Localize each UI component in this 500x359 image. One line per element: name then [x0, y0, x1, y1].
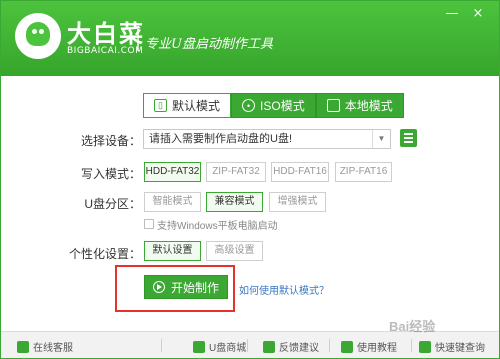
help-link[interactable]: 如何使用默认模式？ [239, 282, 329, 297]
write-mode-zip-fat16[interactable]: ZIP-FAT16 [335, 162, 392, 182]
disc-icon: • [242, 99, 256, 112]
close-button[interactable]: × [467, 5, 489, 23]
footer: 在线客服 U盘商城 反馈建议 使用教程 快速键查询 [1, 331, 499, 358]
watermark: Bai经验 [389, 319, 436, 334]
keyboard-icon [419, 340, 431, 353]
chat-icon [17, 340, 29, 353]
cabbage-logo-icon [15, 13, 61, 59]
app-window: 大白菜 BIGBAICAI.COM 专业U盘启动制作工具 — × ▯ 默认模式 … [0, 0, 500, 359]
personalize-advanced[interactable]: 高级设置 [206, 241, 263, 261]
brand-name: 大白菜 [67, 20, 145, 48]
write-mode-hdd-fat16[interactable]: HDD-FAT16 [271, 162, 329, 182]
footer-label: 使用教程 [357, 343, 397, 354]
partition-label: U盘分区： [84, 197, 141, 211]
device-select[interactable]: 请插入需要制作启动盘的U盘! ▼ [143, 129, 391, 149]
tablet-checkbox[interactable] [144, 219, 154, 229]
usb-icon: ▯ [154, 99, 167, 112]
write-mode-hdd-fat32[interactable]: HDD-FAT32 [144, 162, 201, 182]
footer-feedback[interactable]: 反馈建议 [263, 339, 319, 354]
feedback-icon [263, 340, 275, 353]
footer-online-service[interactable]: 在线客服 [17, 339, 73, 354]
footer-shortcut-lookup[interactable]: 快速键查询 [419, 339, 485, 354]
tab-label: ISO模式 [260, 99, 305, 113]
chevron-down-icon[interactable]: ▼ [372, 130, 390, 148]
partition-compatible[interactable]: 兼容模式 [206, 192, 263, 212]
footer-usb-store[interactable]: U盘商城 [193, 339, 246, 354]
shop-icon [193, 340, 205, 353]
partition-enhanced[interactable]: 增强模式 [269, 192, 326, 212]
tablet-checkbox-label: 支持Windows平板电脑启动 [157, 221, 278, 232]
tab-default-mode[interactable]: ▯ 默认模式 [143, 93, 232, 118]
device-value: 请插入需要制作启动盘的U盘! [149, 133, 292, 145]
personalize-label: 个性化设置： [68, 247, 141, 261]
device-label: 选择设备： [80, 134, 141, 148]
play-icon [152, 281, 165, 293]
tab-iso-mode[interactable]: • ISO模式 [231, 93, 316, 118]
footer-label: 快速键查询 [435, 343, 485, 354]
header: 大白菜 BIGBAICAI.COM 专业U盘启动制作工具 — × [1, 1, 499, 76]
footer-label: 在线客服 [33, 343, 73, 354]
monitor-icon [326, 99, 340, 112]
footer-tutorial[interactable]: 使用教程 [341, 339, 397, 354]
start-button[interactable]: 开始制作 [144, 275, 228, 299]
personalize-default[interactable]: 默认设置 [144, 241, 201, 261]
book-icon [341, 340, 353, 353]
menu-button[interactable] [400, 129, 417, 147]
write-mode-label: 写入模式： [80, 167, 141, 181]
footer-label: U盘商城 [209, 343, 247, 354]
header-divider [137, 29, 139, 51]
start-button-label: 开始制作 [170, 280, 219, 295]
tab-local-mode[interactable]: 本地模式 [315, 93, 404, 118]
write-mode-zip-fat32[interactable]: ZIP-FAT32 [206, 162, 266, 182]
slogan: 专业U盘启动制作工具 [145, 37, 273, 52]
tab-label: 默认模式 [172, 99, 221, 113]
tab-label: 本地模式 [344, 99, 393, 113]
mode-tabs: ▯ 默认模式 • ISO模式 本地模式 [143, 93, 404, 118]
footer-label: 反馈建议 [279, 343, 319, 354]
brand-url: BIGBAICAI.COM [67, 46, 144, 56]
minimize-button[interactable]: — [441, 5, 463, 23]
partition-smart[interactable]: 智能模式 [144, 192, 201, 212]
